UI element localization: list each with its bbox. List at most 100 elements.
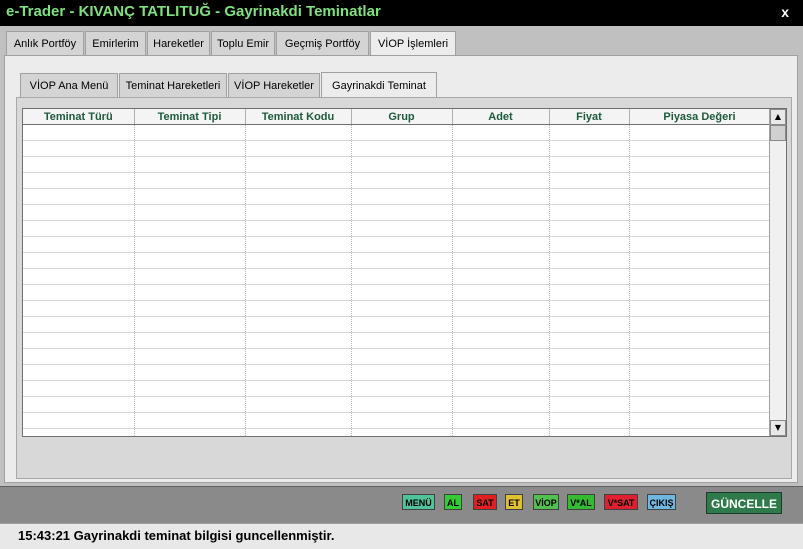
table-cell [245, 364, 352, 381]
table-row[interactable] [23, 252, 771, 269]
table-row[interactable] [23, 364, 771, 381]
column-header-piyasa-degeri[interactable]: Piyasa Değeri [629, 109, 771, 125]
table-row[interactable] [23, 300, 771, 317]
tab-toplu-emir[interactable]: Toplu Emir [211, 31, 275, 55]
scroll-down-icon[interactable]: ▼ [770, 420, 786, 436]
table-cell [351, 332, 453, 349]
column-header-teminat-tipi[interactable]: Teminat Tipi [134, 109, 246, 125]
table-cell [134, 316, 246, 333]
table-cell [629, 364, 771, 381]
table-row[interactable] [23, 124, 771, 141]
table-row[interactable] [23, 412, 771, 429]
table-row[interactable] [23, 316, 771, 333]
table-cell [134, 364, 246, 381]
table-cell [549, 412, 630, 429]
table-cell [629, 156, 771, 173]
teminat-grid: Teminat Türü Teminat Tipi Teminat Kodu G… [23, 109, 771, 436]
table-cell [549, 284, 630, 301]
v-al-button[interactable]: V*AL [567, 494, 595, 510]
table-cell [23, 316, 135, 333]
guncelle-button[interactable]: GÜNCELLE [706, 492, 782, 514]
table-cell [23, 284, 135, 301]
et-button[interactable]: ET [505, 494, 523, 510]
table-cell [23, 236, 135, 253]
al-button[interactable]: AL [444, 494, 462, 510]
table-cell [351, 204, 453, 221]
table-cell [245, 332, 352, 349]
table-cell [134, 124, 246, 141]
table-body [23, 124, 771, 436]
table-row[interactable] [23, 380, 771, 397]
table-cell [134, 156, 246, 173]
tab-gecmis-portfoy[interactable]: Geçmiş Portföy [276, 31, 369, 55]
tab-hareketler[interactable]: Hareketler [147, 31, 210, 55]
table-row[interactable] [23, 284, 771, 301]
table-cell [629, 284, 771, 301]
table-cell [245, 140, 352, 157]
table-cell [629, 140, 771, 157]
table-cell [549, 380, 630, 397]
tab-viop-hareketler[interactable]: VİOP Hareketler [228, 73, 320, 97]
table-row[interactable] [23, 172, 771, 189]
table-row[interactable] [23, 220, 771, 237]
bottom-toolbar: MENÜ AL SAT ET VİOP V*AL V*SAT ÇIKIŞ GÜN… [0, 486, 803, 523]
table-cell [245, 268, 352, 285]
table-cell [452, 284, 550, 301]
table-cell [629, 412, 771, 429]
column-header-teminat-turu[interactable]: Teminat Türü [23, 109, 135, 125]
table-cell [23, 412, 135, 429]
table-row[interactable] [23, 236, 771, 253]
table-cell [245, 284, 352, 301]
sat-button[interactable]: SAT [473, 494, 497, 510]
table-cell [549, 140, 630, 157]
column-header-grup[interactable]: Grup [351, 109, 453, 125]
table-row[interactable] [23, 156, 771, 173]
viop-button[interactable]: VİOP [533, 494, 559, 510]
column-header-adet[interactable]: Adet [452, 109, 550, 125]
scroll-up-icon[interactable]: ▲ [770, 109, 786, 125]
table-cell [23, 124, 135, 141]
column-header-fiyat[interactable]: Fiyat [549, 109, 630, 125]
tab-emirlerim[interactable]: Emirlerim [85, 31, 146, 55]
table-row[interactable] [23, 204, 771, 221]
tab-anlik-portfoy[interactable]: Anlık Portföy [6, 31, 84, 55]
tab-viop-islemleri[interactable]: VİOP İşlemleri [370, 31, 456, 56]
table-cell [23, 156, 135, 173]
table-cell [452, 172, 550, 189]
application-window: e-Trader - KIVANÇ TATLITUĞ - Gayrinakdi … [0, 0, 803, 549]
cikis-button[interactable]: ÇIKIŞ [647, 494, 676, 510]
table-row[interactable] [23, 332, 771, 349]
tab-viop-ana-menu[interactable]: VİOP Ana Menü [20, 73, 118, 97]
table-cell [23, 348, 135, 365]
table-row[interactable] [23, 140, 771, 157]
menu-button[interactable]: MENÜ [402, 494, 435, 510]
v-sat-button[interactable]: V*SAT [604, 494, 638, 510]
table-row[interactable] [23, 348, 771, 365]
table-row[interactable] [23, 268, 771, 285]
table-cell [134, 396, 246, 413]
table-cell [549, 332, 630, 349]
scroll-thumb[interactable] [770, 125, 786, 141]
table-cell [549, 348, 630, 365]
vertical-scrollbar[interactable]: ▲ ▼ [769, 109, 786, 436]
table-cell [549, 364, 630, 381]
table-cell [23, 220, 135, 237]
table-cell [452, 380, 550, 397]
tab-gayrinakdi-teminat[interactable]: Gayrinakdi Teminat [321, 72, 437, 98]
table-cell [629, 428, 771, 436]
table-cell [23, 396, 135, 413]
table-cell [134, 236, 246, 253]
table-row[interactable] [23, 396, 771, 413]
table-cell [23, 332, 135, 349]
table-cell [23, 428, 135, 436]
table-cell [629, 316, 771, 333]
tab-teminat-hareketleri[interactable]: Teminat Hareketleri [119, 73, 227, 97]
table-cell [245, 172, 352, 189]
table-cell [351, 156, 453, 173]
close-icon[interactable]: x [781, 4, 789, 20]
table-cell [245, 124, 352, 141]
table-row[interactable] [23, 188, 771, 205]
table-cell [549, 220, 630, 237]
table-row[interactable] [23, 428, 771, 436]
column-header-teminat-kodu[interactable]: Teminat Kodu [245, 109, 352, 125]
